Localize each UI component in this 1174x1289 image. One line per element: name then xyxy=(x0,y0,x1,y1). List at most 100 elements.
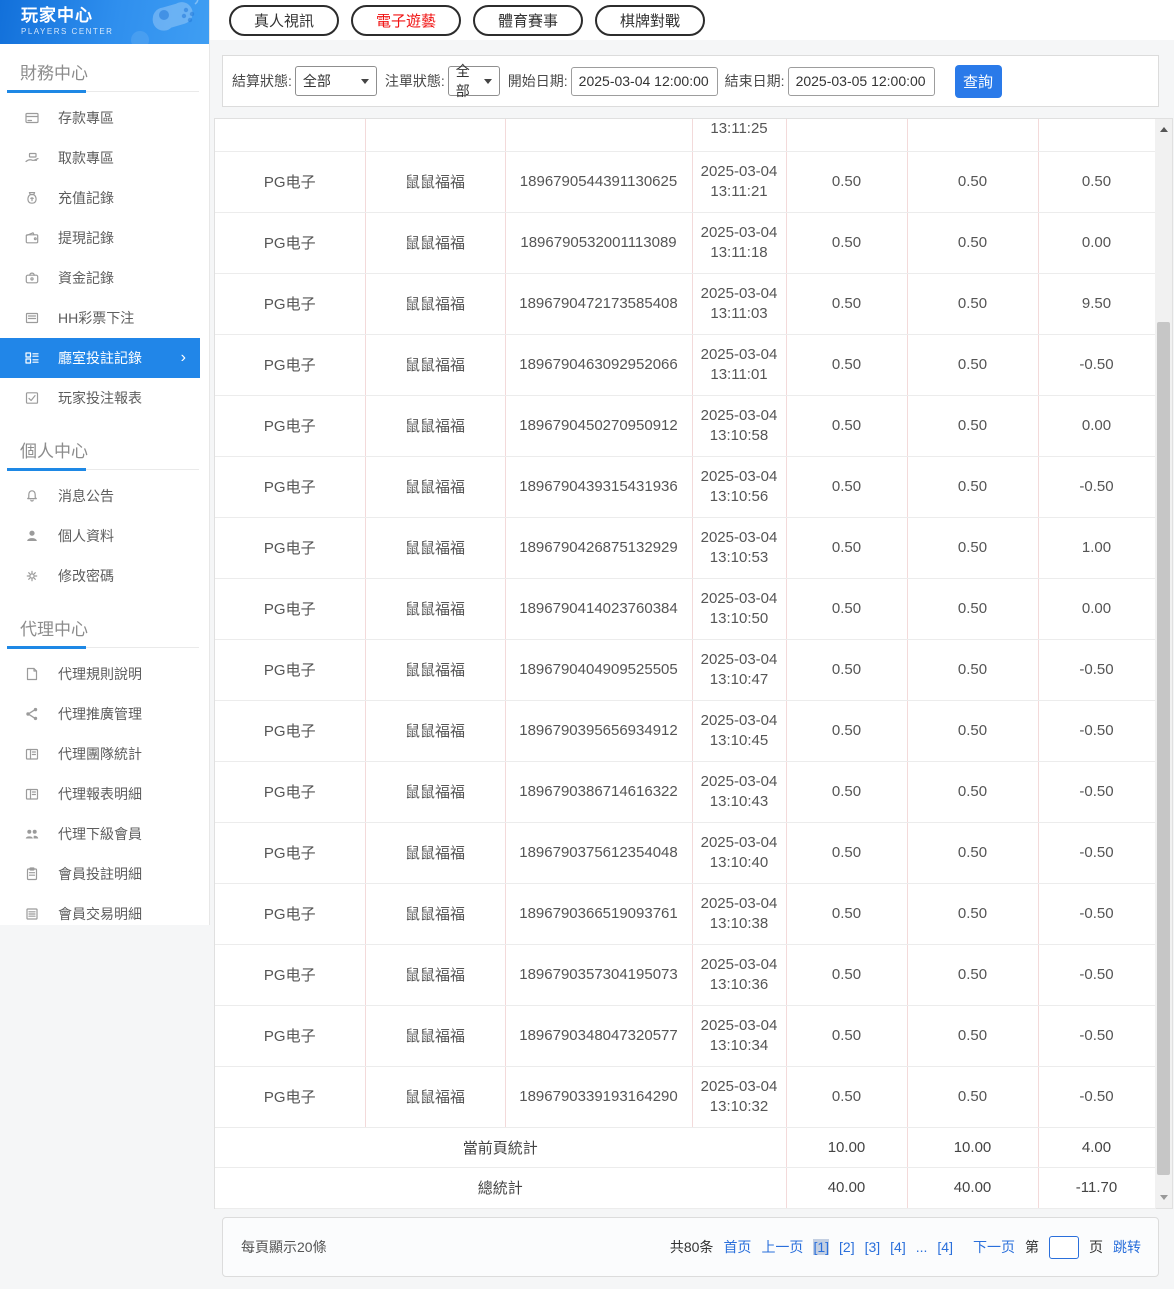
scroll-up-arrow-icon[interactable] xyxy=(1155,121,1172,138)
cell-valid: 0.50 xyxy=(907,212,1039,274)
cell-bet-id: 1896790375612354048 xyxy=(505,822,693,884)
sidebar-item-team-stats[interactable]: 代理團隊統計 xyxy=(0,734,200,774)
first-page-link[interactable]: 首页 xyxy=(723,1237,751,1257)
end-date-label: 結束日期: xyxy=(724,73,785,89)
cell-bet: 0.50 xyxy=(786,395,908,457)
sidebar-item-card[interactable]: 存款專區 xyxy=(0,98,200,138)
tab-棋牌對戰[interactable]: 棋牌對戰 xyxy=(595,4,706,36)
cell-time: 2025-03-04 13:10:45 xyxy=(692,700,787,762)
sidebar-item-members[interactable]: 代理下級會員 xyxy=(0,814,200,854)
cell-time: 2025-03-04 13:10:36 xyxy=(692,944,787,1006)
page-link-current[interactable]: [1] xyxy=(813,1239,830,1255)
cell-bet-id: 1896790357304195073 xyxy=(505,944,693,1006)
cell-provider: PG电子 xyxy=(215,944,366,1006)
scroll-down-arrow-icon[interactable] xyxy=(1155,1189,1172,1206)
cell-payout: 0.00 xyxy=(1038,578,1156,640)
cell-valid: 0.50 xyxy=(907,578,1039,640)
cell-payout: 0.00 xyxy=(1038,395,1156,457)
sidebar-item-label: 廳室投註記錄 xyxy=(58,350,142,366)
sidebar-item-label: 個人資料 xyxy=(58,528,114,544)
prev-page-link[interactable]: 上一页 xyxy=(761,1237,803,1257)
cell-time: 2025-03-04 13:10:50 xyxy=(692,578,787,640)
jump-button[interactable]: 跳转 xyxy=(1113,1237,1141,1257)
cell-provider: PG电子 xyxy=(215,822,366,884)
page-link[interactable]: [2] xyxy=(839,1239,855,1255)
page-link[interactable]: [3] xyxy=(865,1239,881,1255)
table-row: PG电子 鼠鼠福福 1896790339193164290 2025-03-04 13:… xyxy=(215,1066,1156,1128)
sidebar-item-member-trans[interactable]: 會員交易明細 xyxy=(0,894,200,934)
summary-label: 總統計 xyxy=(215,1167,787,1209)
sidebar-item-label: HH彩票下注 xyxy=(58,310,135,326)
sidebar-item-lottery-list[interactable]: HH彩票下注 xyxy=(0,298,200,338)
cell-game: 鼠鼠福福 xyxy=(365,334,506,396)
cell-provider: PG电子 xyxy=(215,334,366,396)
sidebar-item-report-detail[interactable]: 代理報表明細 xyxy=(0,774,200,814)
sidebar-item-doc[interactable]: 代理規則說明 xyxy=(0,654,200,694)
cell-bet-id: 1896790450270950912 xyxy=(505,395,693,457)
order-status-value: 全部 xyxy=(455,63,470,99)
settle-status-value: 全部 xyxy=(302,73,331,89)
table-row: PG电子 鼠鼠福福 1896790472173585408 2025-03-04 13:… xyxy=(215,273,1156,335)
table-row: PG电子 鼠鼠福福 1896790375612354048 2025-03-04 13:… xyxy=(215,822,1156,884)
sidebar-item-share[interactable]: 代理推廣管理 xyxy=(0,694,200,734)
cell-payout: 1.00 xyxy=(1038,517,1156,579)
end-date-input[interactable] xyxy=(787,66,935,96)
chevron-down-icon xyxy=(483,78,492,84)
sidebar-item-user[interactable]: 個人資料 xyxy=(0,516,200,556)
cell-valid: 0.50 xyxy=(907,517,1039,579)
cell-provider: PG电子 xyxy=(215,517,366,579)
jump-suffix-label: 页 xyxy=(1089,1239,1103,1255)
page-jump-input[interactable] xyxy=(1049,1235,1079,1259)
cell-valid: 0.50 xyxy=(907,1005,1039,1067)
sidebar-item-purse[interactable]: 資金記錄 xyxy=(0,258,200,298)
sidebar-item-member-bets[interactable]: 會員投註明細 xyxy=(0,854,200,894)
cell-provider: PG电子 xyxy=(215,639,366,701)
sidebar-item-bet-record[interactable]: 廳室投註記錄 › xyxy=(0,338,200,378)
table-row: PG电子 鼠鼠福福 1896790386714616322 2025-03-04 13:… xyxy=(215,761,1156,823)
user-icon xyxy=(24,528,40,544)
cell-time: 2025-03-04 13:10:40 xyxy=(692,822,787,884)
sidebar-item-bell[interactable]: 消息公告 xyxy=(0,476,200,516)
start-date-input[interactable] xyxy=(570,66,718,96)
summary-payout: 4.00 xyxy=(1038,1127,1156,1168)
settle-status-select[interactable]: 全部 xyxy=(294,66,377,96)
query-button[interactable]: 查詢 xyxy=(954,64,1002,98)
page-link[interactable]: [4] xyxy=(890,1239,906,1255)
total-count: 共80条 xyxy=(669,1239,714,1255)
sidebar-item-report[interactable]: 玩家投注報表 xyxy=(0,378,200,418)
summary-bet: 40.00 xyxy=(786,1167,908,1209)
jump-prefix-label: 第 xyxy=(1025,1239,1039,1255)
sidebar-item-withdraw-hand[interactable]: 取款專區 xyxy=(0,138,200,178)
members-icon xyxy=(24,826,40,842)
table-row: PG电子 鼠鼠福福 1896790395656934912 2025-03-04 13:… xyxy=(215,700,1156,762)
chevron-down-icon xyxy=(360,78,369,84)
cell-valid: 0.50 xyxy=(907,273,1039,335)
sidebar-section-title: 財務中心 xyxy=(7,44,199,93)
cell-bet: 0.50 xyxy=(786,944,908,1006)
cell-time: 2025-03-04 13:10:53 xyxy=(692,517,787,579)
next-page-link[interactable]: 下一页 xyxy=(973,1237,1015,1257)
page-link[interactable]: [4] xyxy=(937,1239,953,1255)
tab-電子遊藝[interactable]: 電子遊藝 xyxy=(351,4,462,36)
table-row: PG电子 鼠鼠福福 1896790532001113089 2025-03-04 13:… xyxy=(215,212,1156,274)
scrollbar-thumb[interactable] xyxy=(1157,322,1170,1175)
order-status-select[interactable]: 全部 xyxy=(447,63,500,99)
tab-真人視訊[interactable]: 真人視訊 xyxy=(229,4,340,36)
sidebar-item-label: 玩家投注報表 xyxy=(58,390,142,406)
moneybag-icon xyxy=(24,190,40,206)
sidebar-item-moneybag[interactable]: 充值記錄 xyxy=(0,178,200,218)
sidebar-item-label: 代理報表明細 xyxy=(58,786,142,802)
tab-體育賽事[interactable]: 體育賽事 xyxy=(473,4,584,36)
sidebar-item-label: 消息公告 xyxy=(58,488,114,504)
cell-bet: 0.50 xyxy=(786,700,908,762)
game-category-tabbar: 真人視訊 電子遊藝 體育賽事 棋牌對戰 xyxy=(210,0,1174,40)
sidebar: 玩家中心 PLAYERS CENTER 財務中心 存款專區 取款專區 充值記錄 提現記錄… xyxy=(0,0,210,925)
cell-valid: 0.50 xyxy=(907,334,1039,396)
cell-valid: 0.50 xyxy=(907,456,1039,518)
cell-bet: 0.50 xyxy=(786,822,908,884)
sidebar-item-wallet[interactable]: 提現記錄 xyxy=(0,218,200,258)
table-row: PG电子 鼠鼠福福 1896790414023760384 2025-03-04 13:… xyxy=(215,578,1156,640)
vertical-scrollbar[interactable] xyxy=(1155,119,1172,1208)
sidebar-item-gear[interactable]: 修改密碼 xyxy=(0,556,200,596)
filter-bar: 結算狀態: 全部 注單狀態: 全部 開始日期: 結束日期: 查詢 xyxy=(222,55,1159,107)
